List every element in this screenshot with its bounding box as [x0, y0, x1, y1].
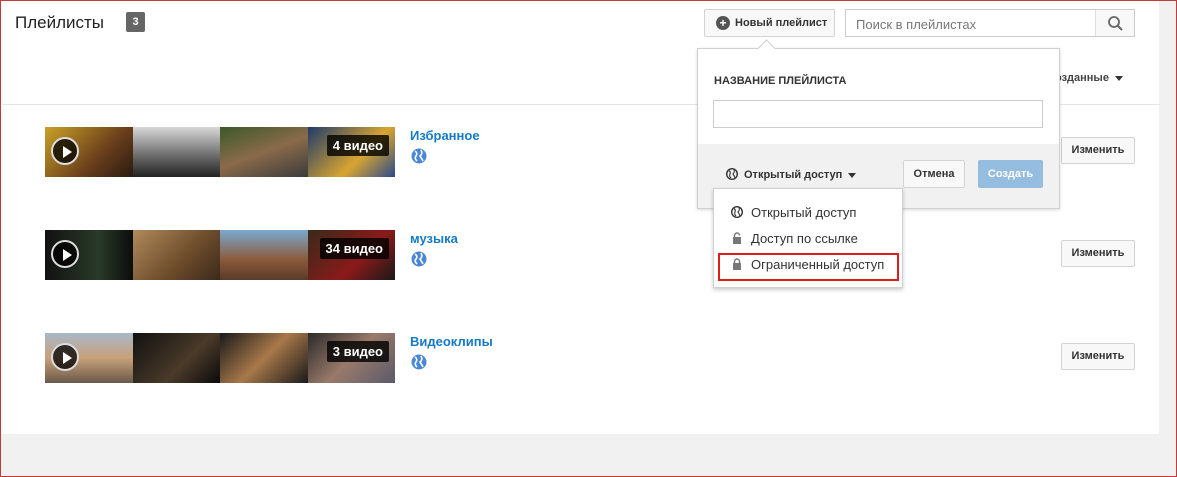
privacy-option-public[interactable]: Открытый доступ — [731, 205, 856, 220]
playlist-title-link[interactable]: музыка — [410, 231, 458, 246]
play-icon[interactable] — [51, 343, 79, 371]
lock-icon — [733, 232, 741, 244]
playlist-count-badge: 3 — [126, 12, 145, 32]
edit-playlist-button[interactable]: Изменить — [1061, 343, 1135, 370]
video-thumbnail — [220, 127, 308, 177]
playlist-title-link[interactable]: Избранное — [410, 128, 480, 143]
video-thumbnail — [132, 230, 220, 280]
edit-playlist-button[interactable]: Изменить — [1061, 137, 1135, 164]
search-box — [845, 9, 1135, 38]
create-button[interactable]: Создать — [978, 160, 1043, 188]
cancel-button[interactable]: Отмена — [903, 160, 965, 188]
caret-down-icon — [848, 172, 857, 178]
edit-playlist-button[interactable]: Изменить — [1061, 240, 1135, 267]
privacy-option-unlisted[interactable]: Доступ по ссылке — [731, 231, 858, 246]
search-button[interactable] — [1095, 10, 1134, 36]
video-count-badge: 4 видео — [326, 135, 389, 156]
sort-dropdown[interactable]: озданные — [1055, 72, 1123, 84]
video-thumbnail — [220, 230, 308, 280]
privacy-option-label: Доступ по ссылке — [751, 231, 858, 246]
new-playlist-popup: НАЗВАНИЕ ПЛЕЙЛИСТА Открытый доступ Отмен… — [697, 39, 1060, 209]
globe-icon — [411, 354, 427, 370]
playlist-name-label: НАЗВАНИЕ ПЛЕЙЛИСТА — [714, 75, 847, 87]
play-icon[interactable] — [51, 240, 79, 268]
privacy-label: Открытый доступ — [744, 169, 843, 181]
video-count-badge: 3 видео — [326, 341, 389, 362]
plus-icon: + — [716, 16, 730, 30]
bottom-gutter — [1, 434, 1176, 476]
right-gutter — [1159, 1, 1176, 476]
search-input[interactable] — [846, 10, 1108, 38]
playlist-thumbnail-strip[interactable]: 4 видео — [45, 127, 395, 177]
sort-label: озданные — [1055, 72, 1109, 84]
playlist-thumbnail-strip[interactable]: 34 видео — [45, 230, 395, 280]
playlist-thumbnail-strip[interactable]: 3 видео — [45, 333, 395, 383]
privacy-option-label: Открытый доступ — [751, 205, 857, 220]
page-title: Плейлисты — [15, 13, 105, 32]
globe-icon — [411, 148, 427, 164]
video-thumbnail — [220, 333, 308, 383]
new-playlist-button[interactable]: + Новый плейлист — [704, 9, 835, 37]
play-icon[interactable] — [51, 137, 79, 165]
video-count-badge: 34 видео — [319, 238, 389, 259]
highlight-box — [718, 253, 899, 281]
new-playlist-label: Новый плейлист — [735, 17, 828, 29]
playlist-title-link[interactable]: Видеоклипы — [410, 334, 493, 349]
video-thumbnail — [132, 333, 220, 383]
caret-down-icon — [1114, 75, 1123, 81]
search-icon — [1108, 16, 1123, 31]
privacy-dropdown[interactable]: Открытый доступ — [725, 167, 857, 181]
globe-icon — [731, 206, 743, 218]
playlist-name-input[interactable] — [713, 100, 1043, 128]
globe-icon — [725, 167, 739, 181]
video-thumbnail — [132, 127, 220, 177]
globe-icon — [411, 251, 427, 267]
privacy-menu: Открытый доступ Доступ по ссылке Огранич… — [713, 188, 903, 288]
